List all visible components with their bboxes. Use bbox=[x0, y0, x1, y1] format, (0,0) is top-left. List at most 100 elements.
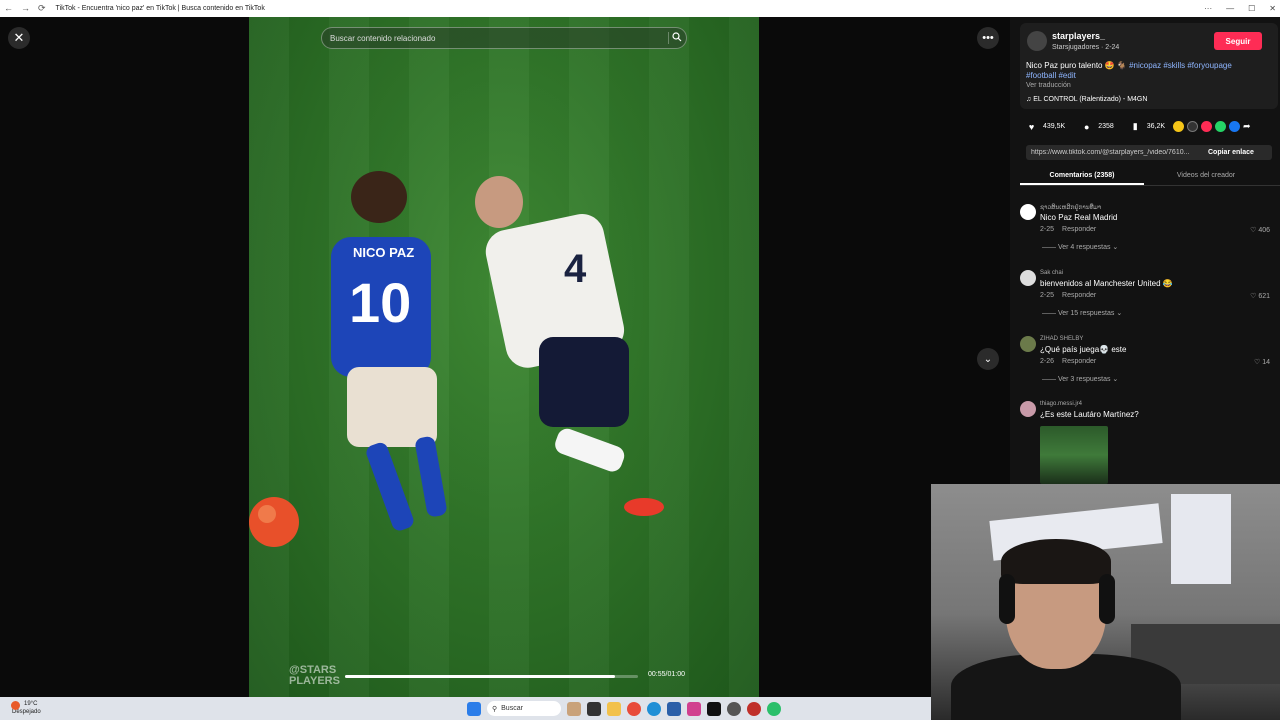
browser-titlebar: ← → ⟳ TikTok - Encuentra 'nico paz' en T… bbox=[0, 0, 1280, 17]
tiktok-icon[interactable] bbox=[707, 701, 721, 716]
reload-icon[interactable]: ⟳ bbox=[38, 3, 46, 14]
reply-button[interactable]: Responder bbox=[1062, 226, 1096, 233]
comment-text: bienvenidos al Manchester United 😂 bbox=[1040, 279, 1173, 288]
creator-username[interactable]: starplayers_ bbox=[1052, 31, 1105, 41]
minimize-button[interactable]: — bbox=[1226, 4, 1234, 13]
next-video-button[interactable]: ⌄ bbox=[977, 348, 999, 370]
view-replies-button[interactable]: —— Ver 4 respuestas ⌄ bbox=[1042, 243, 1118, 251]
comment-meta: 2-25 Responder bbox=[1040, 226, 1096, 233]
comment-user[interactable]: ຊາວສິນເຫລີກຢູ່ການທີ່ມາ bbox=[1040, 204, 1101, 211]
tab-creator-videos[interactable]: Videos del creador bbox=[1144, 168, 1268, 185]
copy-link-button[interactable]: Copiar enlace bbox=[1204, 149, 1254, 156]
windows-start-icon[interactable] bbox=[467, 701, 481, 716]
more-options-button[interactable]: ••• bbox=[977, 27, 999, 49]
tab-title: TikTok - Encuentra 'nico paz' en TikTok … bbox=[55, 5, 265, 12]
comment-avatar[interactable] bbox=[1020, 204, 1036, 220]
whatsapp-icon[interactable] bbox=[1215, 121, 1226, 132]
browser-nav: ← → ⟳ bbox=[0, 3, 46, 14]
defender-boot bbox=[624, 498, 664, 516]
comment-user[interactable]: thiago.messi.jr4 bbox=[1040, 401, 1082, 407]
whatsapp-taskbar-icon[interactable] bbox=[767, 701, 781, 716]
share-link-row: https://www.tiktok.com/@starplayers_/vid… bbox=[1026, 145, 1272, 160]
store-icon[interactable] bbox=[667, 701, 681, 716]
comment-text: ¿Es este Lautáro Martínez? bbox=[1040, 410, 1139, 419]
defender-head bbox=[475, 176, 523, 228]
close-icon: ✕ bbox=[13, 30, 25, 45]
panel-tabs: Comentarios (2358) Videos del creador bbox=[1020, 168, 1280, 186]
heart-icon[interactable]: ♥ bbox=[1026, 121, 1037, 132]
share-icons: ➦ bbox=[1173, 121, 1254, 132]
comment-date: 2-25 bbox=[1040, 292, 1055, 299]
comment-date: 2-26 bbox=[1040, 358, 1055, 365]
app-icon[interactable] bbox=[747, 701, 761, 716]
tab-comments[interactable]: Comentarios (2358) bbox=[1020, 168, 1144, 185]
music-track[interactable]: ♫ EL CONTROL (Ralentizado) - M4GN bbox=[1026, 96, 1147, 103]
related-search-input[interactable]: Buscar contenido relacionado bbox=[321, 27, 687, 49]
instagram-icon[interactable] bbox=[687, 701, 701, 716]
window-controls: ··· — ☐ ✕ bbox=[1204, 0, 1276, 17]
chrome-icon[interactable] bbox=[627, 701, 641, 716]
post-card: starplayers_ Starsjugadores · 2-24 Segui… bbox=[1020, 23, 1278, 109]
file-explorer-icon[interactable] bbox=[607, 701, 621, 716]
back-icon[interactable]: ← bbox=[4, 3, 13, 14]
comment-avatar[interactable] bbox=[1020, 270, 1036, 286]
forward-icon[interactable]: → bbox=[21, 3, 30, 14]
reply-button[interactable]: Responder bbox=[1062, 358, 1096, 365]
related-search-placeholder: Buscar contenido relacionado bbox=[330, 33, 436, 43]
reply-button[interactable]: Responder bbox=[1062, 292, 1096, 299]
comment-icon[interactable]: ● bbox=[1081, 121, 1092, 132]
view-replies-button[interactable]: —— Ver 15 respuestas ⌄ bbox=[1042, 309, 1122, 317]
send-icon[interactable] bbox=[1201, 121, 1212, 132]
post-description: Nico Paz puro talento 🤩 🐐 #nicopaz #skil… bbox=[1026, 61, 1266, 81]
hashtags-line1[interactable]: #nicopaz #skills #foryoupage bbox=[1129, 61, 1232, 70]
comment-avatar[interactable] bbox=[1020, 401, 1036, 417]
hashtags-line2[interactable]: #football #edit bbox=[1026, 71, 1076, 80]
close-video-button[interactable]: ✕ bbox=[8, 27, 30, 49]
like-count: 439,5K bbox=[1043, 123, 1066, 130]
creator-avatar[interactable] bbox=[1027, 31, 1047, 51]
settings-icon[interactable] bbox=[727, 701, 741, 716]
comment-user[interactable]: Sak chai bbox=[1040, 270, 1063, 276]
comment-likes[interactable]: ♡ 14 bbox=[1254, 358, 1270, 366]
defender-sock bbox=[555, 428, 625, 472]
webcam-overlay bbox=[931, 484, 1280, 720]
bookmark-icon[interactable]: ▮ bbox=[1130, 121, 1141, 132]
share-url: https://www.tiktok.com/@starplayers_/vid… bbox=[1031, 149, 1190, 156]
share-arrow-icon[interactable]: ➦ bbox=[1243, 121, 1254, 132]
embed-code-icon[interactable] bbox=[1187, 121, 1198, 132]
comment-image-thumbnail[interactable] bbox=[1040, 426, 1108, 484]
football bbox=[249, 497, 299, 547]
player-hair bbox=[351, 171, 407, 223]
embed-coin-icon[interactable] bbox=[1173, 121, 1184, 132]
weather-widget[interactable]: 19°C Despejado bbox=[11, 700, 41, 716]
stars-players-watermark: @STARS PLAYERS bbox=[289, 665, 340, 687]
video-player[interactable]: NICO PAZ 10 4 Buscar contenido relaciona… bbox=[249, 17, 759, 697]
browser-menu-icon[interactable]: ··· bbox=[1204, 4, 1212, 13]
task-view-icon[interactable] bbox=[587, 701, 601, 716]
comment-meta: 2-26 Responder bbox=[1040, 358, 1096, 365]
defender-shorts bbox=[539, 337, 629, 427]
video-progress-bar[interactable] bbox=[345, 675, 638, 678]
more-icon: ••• bbox=[982, 32, 994, 44]
follow-button[interactable]: Seguir bbox=[1214, 32, 1262, 50]
comment-meta: 2-25 Responder bbox=[1040, 292, 1096, 299]
close-window-button[interactable]: ✕ bbox=[1269, 4, 1276, 13]
headset-right bbox=[1099, 574, 1115, 624]
comment-user[interactable]: ZIHAD SHELBY bbox=[1040, 336, 1083, 342]
view-replies-button[interactable]: —— Ver 3 respuestas ⌄ bbox=[1042, 375, 1118, 383]
football-highlight bbox=[258, 505, 276, 523]
comment-avatar[interactable] bbox=[1020, 336, 1036, 352]
player-leg bbox=[366, 442, 414, 531]
comment-text: Nico Paz Real Madrid bbox=[1040, 213, 1118, 222]
edge-icon[interactable] bbox=[647, 701, 661, 716]
taskbar-search[interactable]: ⚲ Buscar bbox=[487, 701, 561, 716]
weather-condition: Despejado bbox=[12, 709, 41, 715]
video-frame-illustration: NICO PAZ 10 4 bbox=[249, 171, 664, 547]
widgets-icon[interactable] bbox=[567, 701, 581, 716]
search-icon[interactable] bbox=[668, 32, 682, 44]
see-translation-link[interactable]: Ver traducción bbox=[1026, 82, 1071, 89]
comment-likes[interactable]: ♡ 621 bbox=[1250, 292, 1270, 300]
maximize-button[interactable]: ☐ bbox=[1248, 4, 1255, 13]
facebook-icon[interactable] bbox=[1229, 121, 1240, 132]
comment-likes[interactable]: ♡ 406 bbox=[1250, 226, 1270, 234]
